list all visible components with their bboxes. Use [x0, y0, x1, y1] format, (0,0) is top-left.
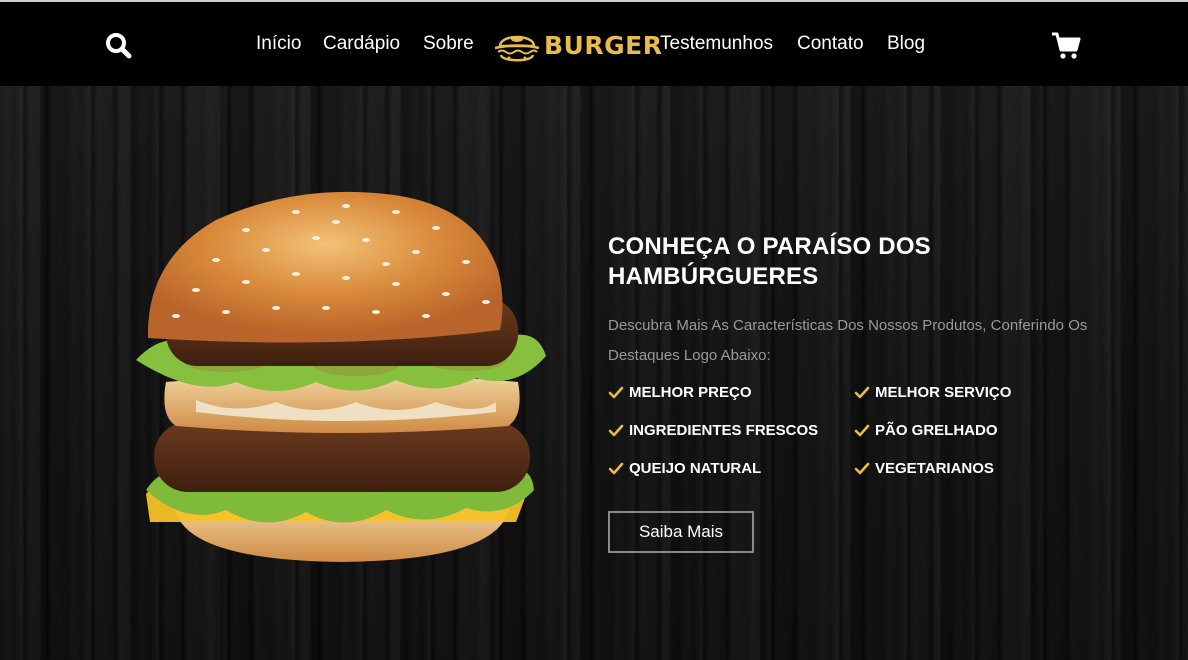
features-list: MELHOR PREÇO MELHOR SERVIÇO INGREDIENTES… [608, 384, 1088, 504]
nav-link-contato[interactable]: Contato [797, 33, 864, 55]
feature-label: VEGETARIANOS [875, 460, 994, 477]
nav-link-sobre[interactable]: Sobre [423, 33, 474, 55]
feature-label: MELHOR PREÇO [629, 384, 752, 401]
check-icon [608, 462, 624, 474]
check-icon [854, 386, 870, 398]
feature-item: INGREDIENTES FRESCOS [608, 422, 818, 439]
check-icon [608, 424, 624, 436]
feature-label: QUEIJO NATURAL [629, 460, 762, 477]
feature-item: VEGETARIANOS [854, 460, 994, 477]
feature-item: PÃO GRELHADO [854, 422, 998, 439]
nav-link-blog[interactable]: Blog [887, 33, 925, 55]
brand-logo[interactable]: BURGER [492, 28, 662, 64]
hero-title: CONHEÇA O PARAÍSO DOS HAMBÚRGUERES [608, 232, 1078, 292]
check-icon [608, 386, 624, 398]
nav-link-inicio[interactable]: Início [256, 33, 301, 55]
nav-link-cardapio[interactable]: Cardápio [323, 33, 400, 55]
feature-label: PÃO GRELHADO [875, 422, 998, 439]
hero-description: Descubra Mais As Características Dos Nos… [608, 317, 1088, 364]
feature-item: MELHOR PREÇO [608, 384, 752, 401]
check-icon [854, 462, 870, 474]
nav-link-testemunhos[interactable]: Testemunhos [660, 33, 773, 55]
burger-image [136, 190, 548, 580]
saiba-mais-button[interactable]: Saiba Mais [608, 511, 754, 553]
hero-section: CONHEÇA O PARAÍSO DOS HAMBÚRGUERES Descu… [0, 86, 1188, 660]
hero-title-line2: HAMBÚRGUERES [608, 263, 819, 291]
feature-label: INGREDIENTES FRESCOS [629, 422, 819, 439]
check-icon [854, 424, 870, 436]
logo-text: BURGER [544, 31, 663, 60]
hero-title-line1: CONHEÇA O PARAÍSO DOS [608, 233, 931, 261]
feature-item: QUEIJO NATURAL [608, 460, 761, 477]
navbar: Início Cardápio Sobre BURGER Testemunhos… [0, 2, 1188, 86]
feature-item: MELHOR SERVIÇO [854, 384, 1011, 401]
cart-icon[interactable] [1050, 31, 1082, 61]
burger-logo-icon [494, 35, 540, 62]
feature-label: MELHOR SERVIÇO [875, 384, 1012, 401]
search-icon[interactable] [104, 32, 134, 60]
